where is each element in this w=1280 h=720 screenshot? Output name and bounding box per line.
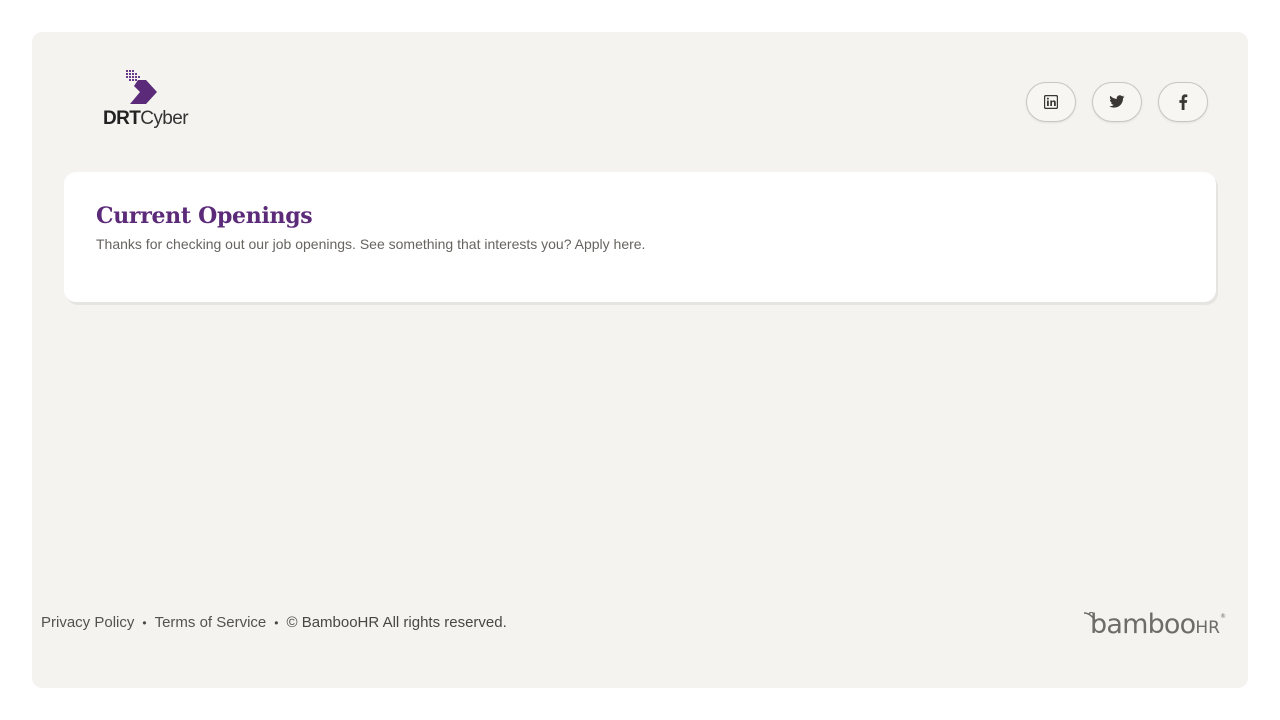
privacy-policy-link[interactable]: Privacy Policy — [41, 614, 134, 631]
twitter-icon — [1109, 95, 1125, 108]
logo-wordmark: DRTCyber — [103, 108, 189, 129]
footer-separator: • — [142, 615, 147, 630]
twitter-button[interactable] — [1092, 82, 1142, 122]
page-title: Current Openings — [96, 203, 313, 229]
page-frame: DRTCyber Current Openings Thanks for che… — [32, 32, 1248, 688]
openings-subtitle: Thanks for checking out our job openings… — [96, 236, 646, 252]
bamboohr-wordmark: bambooHR® — [1090, 609, 1226, 640]
linkedin-icon — [1044, 95, 1058, 109]
openings-card: Current Openings Thanks for checking out… — [64, 172, 1216, 302]
footer-separator: • — [274, 615, 279, 630]
bamboohr-logo[interactable]: bambooHR® — [1084, 609, 1244, 640]
linkedin-button[interactable] — [1026, 82, 1076, 122]
copyright-text: © BambooHR All rights reserved. — [286, 614, 507, 631]
logo-mark-icon — [126, 70, 157, 104]
company-logo[interactable]: DRTCyber — [102, 70, 189, 134]
facebook-button[interactable] — [1158, 82, 1208, 122]
facebook-icon — [1179, 94, 1188, 110]
terms-of-service-link[interactable]: Terms of Service — [155, 614, 267, 631]
footer: Privacy Policy • Terms of Service • © Ba… — [41, 614, 507, 631]
